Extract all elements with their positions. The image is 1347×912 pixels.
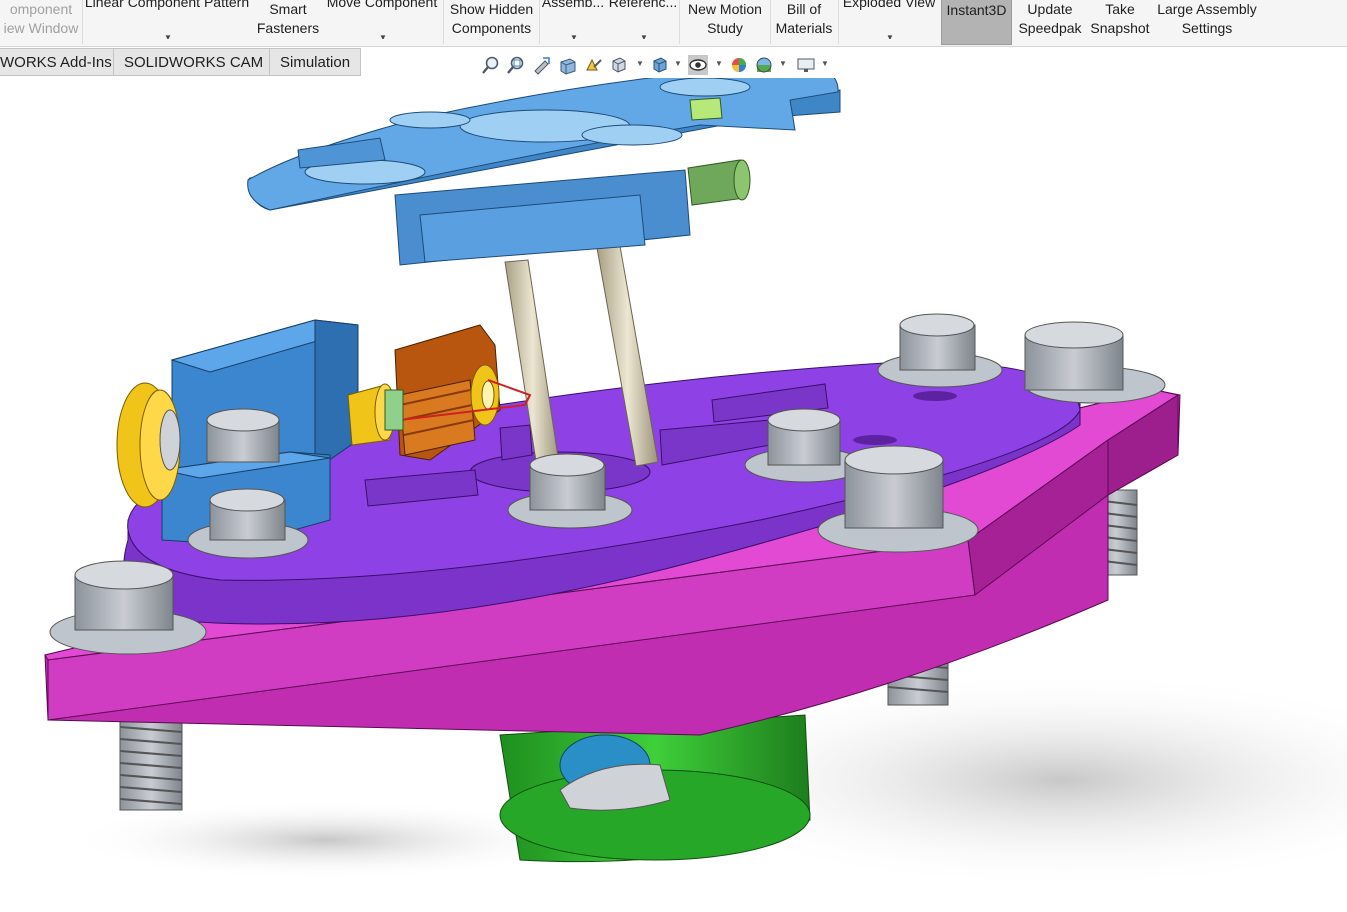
ribbon-label: Instant3D xyxy=(946,2,1007,18)
floor-shadow xyxy=(40,800,560,880)
assembly-model[interactable] xyxy=(0,64,1347,907)
view-orientation-icon[interactable] xyxy=(609,55,629,75)
ribbon-label: omponent xyxy=(9,1,73,17)
ribbon-label: Smart xyxy=(269,1,307,17)
ribbon-button-reference-geometry[interactable]: Referenc... ▼ xyxy=(608,0,678,39)
ribbon-label: Speedpak xyxy=(1018,20,1082,36)
dropdown-arrow-icon[interactable]: ▼ xyxy=(886,34,894,40)
tab-simulation[interactable]: Simulation xyxy=(269,48,361,76)
cap-screw[interactable] xyxy=(877,313,1003,388)
ribbon-label: Large Assembly xyxy=(1157,1,1257,17)
ribbon-label: iew Window xyxy=(3,20,79,36)
tab-label: SOLIDWORKS CAM xyxy=(124,54,264,71)
section-view-icon[interactable] xyxy=(558,55,578,75)
ribbon-button-assembly-features[interactable]: Assemb... ▼ xyxy=(540,0,606,39)
ribbon-button-bill-of-materials[interactable]: Bill of Materials xyxy=(771,0,837,46)
dropdown-arrow-icon[interactable]: ▼ xyxy=(636,59,644,68)
ribbon-label: Settings xyxy=(1181,20,1233,36)
ribbon-button-show-hidden-components[interactable]: Show Hidden Components xyxy=(444,0,539,46)
ribbon-button-exploded-view[interactable]: Exploded View ▼ xyxy=(839,0,939,39)
cap-screw[interactable] xyxy=(1024,321,1166,404)
ribbon-button-update-speedpak[interactable]: Update Speedpak xyxy=(1014,0,1086,46)
heads-up-view-toolbar: ▼ ▼ ▼ ▼ ▼ xyxy=(478,53,838,77)
dropdown-arrow-icon[interactable]: ▼ xyxy=(570,34,578,40)
ribbon-button-take-snapshot[interactable]: Take Snapshot xyxy=(1088,0,1152,46)
ribbon-label: Components xyxy=(451,20,532,36)
hide-show-items-icon[interactable] xyxy=(688,55,708,75)
ribbon-button-instant3d[interactable]: Instant3D xyxy=(941,0,1012,45)
dropdown-arrow-icon[interactable]: ▼ xyxy=(379,34,387,40)
previous-view-icon[interactable] xyxy=(531,55,551,75)
ribbon-button-linear-component-pattern[interactable]: Linear Component Pattern ▼ xyxy=(83,0,251,39)
edit-appearance-icon[interactable] xyxy=(729,55,749,75)
ribbon-label: Exploded View xyxy=(842,0,936,10)
cap-screw[interactable] xyxy=(206,408,280,463)
dropdown-arrow-icon[interactable]: ▼ xyxy=(674,59,682,68)
dropdown-arrow-icon[interactable]: ▼ xyxy=(715,59,723,68)
ribbon-button-component-preview-window[interactable]: omponent iew Window xyxy=(0,0,82,46)
zoom-to-area-icon[interactable] xyxy=(506,55,526,75)
graphics-area[interactable] xyxy=(0,64,1347,907)
dropdown-arrow-icon[interactable]: ▼ xyxy=(821,59,829,68)
ribbon-label: Linear Component Pattern xyxy=(84,0,250,10)
dropdown-arrow-icon[interactable]: ▼ xyxy=(164,34,172,40)
ribbon-label: Take xyxy=(1105,1,1135,17)
tab-label: Simulation xyxy=(280,54,351,71)
dropdown-arrow-icon[interactable]: ▼ xyxy=(779,59,787,68)
command-manager-ribbon: omponent iew Window Linear Component Patt… xyxy=(0,0,1347,47)
view-settings-icon[interactable] xyxy=(796,55,816,75)
top-plate[interactable] xyxy=(247,64,841,266)
knob[interactable] xyxy=(116,382,181,508)
dropdown-arrow-icon[interactable]: ▼ xyxy=(640,34,648,40)
ribbon-label: Update xyxy=(1027,1,1073,17)
display-style-icon[interactable] xyxy=(650,55,670,75)
ribbon-button-new-motion-study[interactable]: New Motion Study xyxy=(680,0,770,46)
ribbon-label: Referenc... xyxy=(608,0,678,10)
dynamic-annotation-icon[interactable] xyxy=(584,55,604,75)
ribbon-label: Study xyxy=(707,20,743,36)
ribbon-label: Move Component xyxy=(326,0,438,10)
ribbon-button-large-assembly-settings[interactable]: Large Assembly Settings xyxy=(1154,0,1260,46)
ribbon-button-smart-fasteners[interactable]: Smart Fasteners xyxy=(252,0,324,46)
ribbon-label: Assemb... xyxy=(541,0,605,10)
motor-housing[interactable] xyxy=(499,714,811,863)
ribbon-label: Show Hidden xyxy=(449,1,534,17)
ribbon-label: Snapshot xyxy=(1090,20,1150,36)
ribbon-label: New Motion xyxy=(688,1,762,17)
ribbon-label: Fasteners xyxy=(256,20,320,36)
ribbon-label: Materials xyxy=(775,20,833,36)
tab-solidworks-cam[interactable]: SOLIDWORKS CAM xyxy=(113,48,270,76)
tab-addins[interactable]: WORKS Add-Ins xyxy=(0,48,114,76)
zoom-to-fit-icon[interactable] xyxy=(481,55,501,75)
ribbon-label: Bill of xyxy=(786,1,822,17)
ribbon-button-move-component[interactable]: Move Component ▼ xyxy=(324,0,440,39)
apply-scene-icon[interactable] xyxy=(754,55,774,75)
tab-label: WORKS Add-Ins xyxy=(0,54,112,71)
